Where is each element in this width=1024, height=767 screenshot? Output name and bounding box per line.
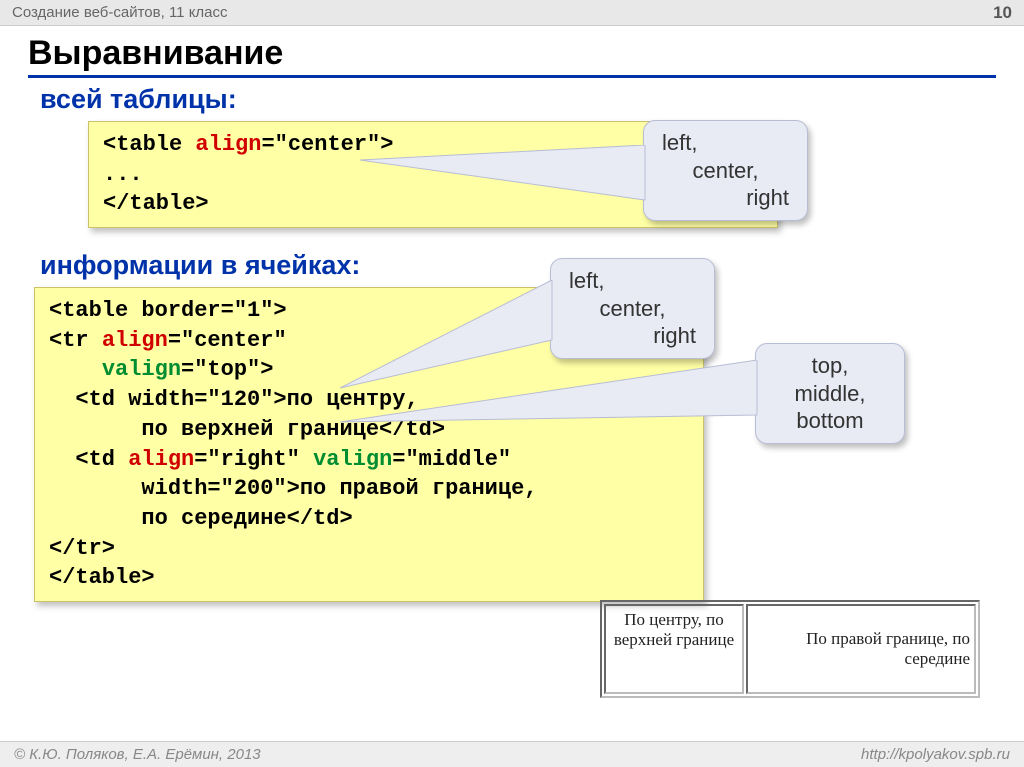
demo-cell-right-middle: По правой границе, по середине xyxy=(746,604,976,694)
header-bar: Создание веб-сайтов, 11 класс 10 xyxy=(0,0,1024,26)
code-attr-align-2: align xyxy=(102,328,168,353)
tooltip-line: top, xyxy=(774,352,886,380)
code-attr-align-3: align xyxy=(128,447,194,472)
tooltip-align-values-2: left, center, right xyxy=(550,258,715,359)
tooltip-line: bottom xyxy=(774,407,886,435)
code-attr-align: align xyxy=(195,132,261,157)
tooltip-line: center, xyxy=(662,157,789,185)
section-heading-2: информации в ячейках: xyxy=(40,250,996,281)
footer-bar: © К.Ю. Поляков, Е.А. Ерёмин, 2013 http:/… xyxy=(0,741,1024,767)
page-title: Выравнивание xyxy=(28,34,996,78)
tooltip-line: center, xyxy=(569,295,696,323)
demo-table: По центру, по верхней границе По правой … xyxy=(600,600,980,698)
footer-url: http://kpolyakov.spb.ru xyxy=(861,746,1010,763)
code-attr-valign: valign xyxy=(102,357,181,382)
table-row: По центру, по верхней границе По правой … xyxy=(604,604,976,694)
code-attr-valign-2: valign xyxy=(313,447,392,472)
tooltip-line: left, xyxy=(569,267,696,295)
breadcrumb: Создание веб-сайтов, 11 класс xyxy=(12,4,228,21)
tooltip-align-values-1: left, center, right xyxy=(643,120,808,221)
tooltip-valign-values: top, middle, bottom xyxy=(755,343,905,444)
tooltip-line: right xyxy=(662,184,789,212)
footer-copyright: © К.Ю. Поляков, Е.А. Ерёмин, 2013 xyxy=(14,746,261,763)
tooltip-line: right xyxy=(569,322,696,350)
demo-cell-center-top: По центру, по верхней границе xyxy=(604,604,744,694)
tooltip-line: middle, xyxy=(774,380,886,408)
tooltip-line: left, xyxy=(662,129,789,157)
page-number: 10 xyxy=(993,3,1012,23)
section-heading-1: всей таблицы: xyxy=(40,84,996,115)
